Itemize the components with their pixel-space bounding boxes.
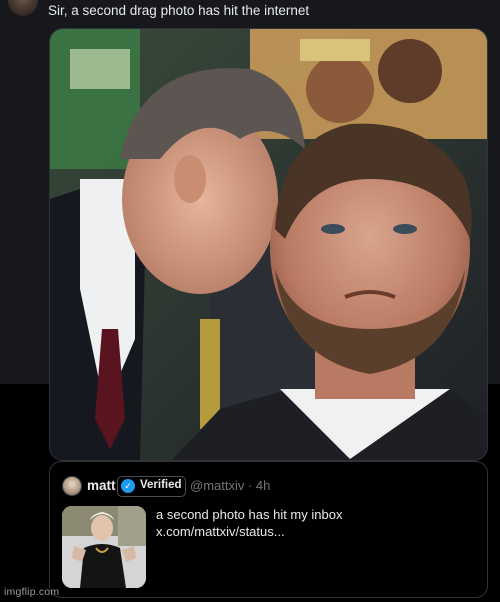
photo-illustration [50, 29, 487, 460]
quoted-tweet-link[interactable]: x.com/mattxiv/status... [156, 523, 342, 540]
tweet-photo[interactable] [49, 28, 488, 461]
verified-check-icon: ✓ [121, 479, 135, 493]
quoted-media-thumbnail[interactable] [62, 506, 146, 588]
quoted-author-name[interactable]: matt [87, 478, 116, 493]
verified-label: Verified [140, 479, 182, 491]
author-avatar[interactable] [8, 0, 38, 16]
quoted-tweet-text: a second photo has hit my inbox [156, 507, 343, 522]
quoted-tweet[interactable]: matt ✓ Verified @mattxiv · 4h a second p… [49, 461, 488, 598]
thumbnail-illustration [62, 506, 146, 588]
screenshot-page: Sir, a second drag photo has hit the int… [0, 0, 500, 602]
quoted-tweet-body: a second photo has hit my inbox x.com/ma… [156, 506, 342, 540]
quoted-handle-time: @mattxiv · 4h [190, 478, 271, 493]
watermark: imgflip.com [4, 586, 60, 598]
quoted-author-avatar[interactable] [62, 476, 82, 496]
tweet-text: Sir, a second drag photo has hit the int… [48, 3, 310, 18]
